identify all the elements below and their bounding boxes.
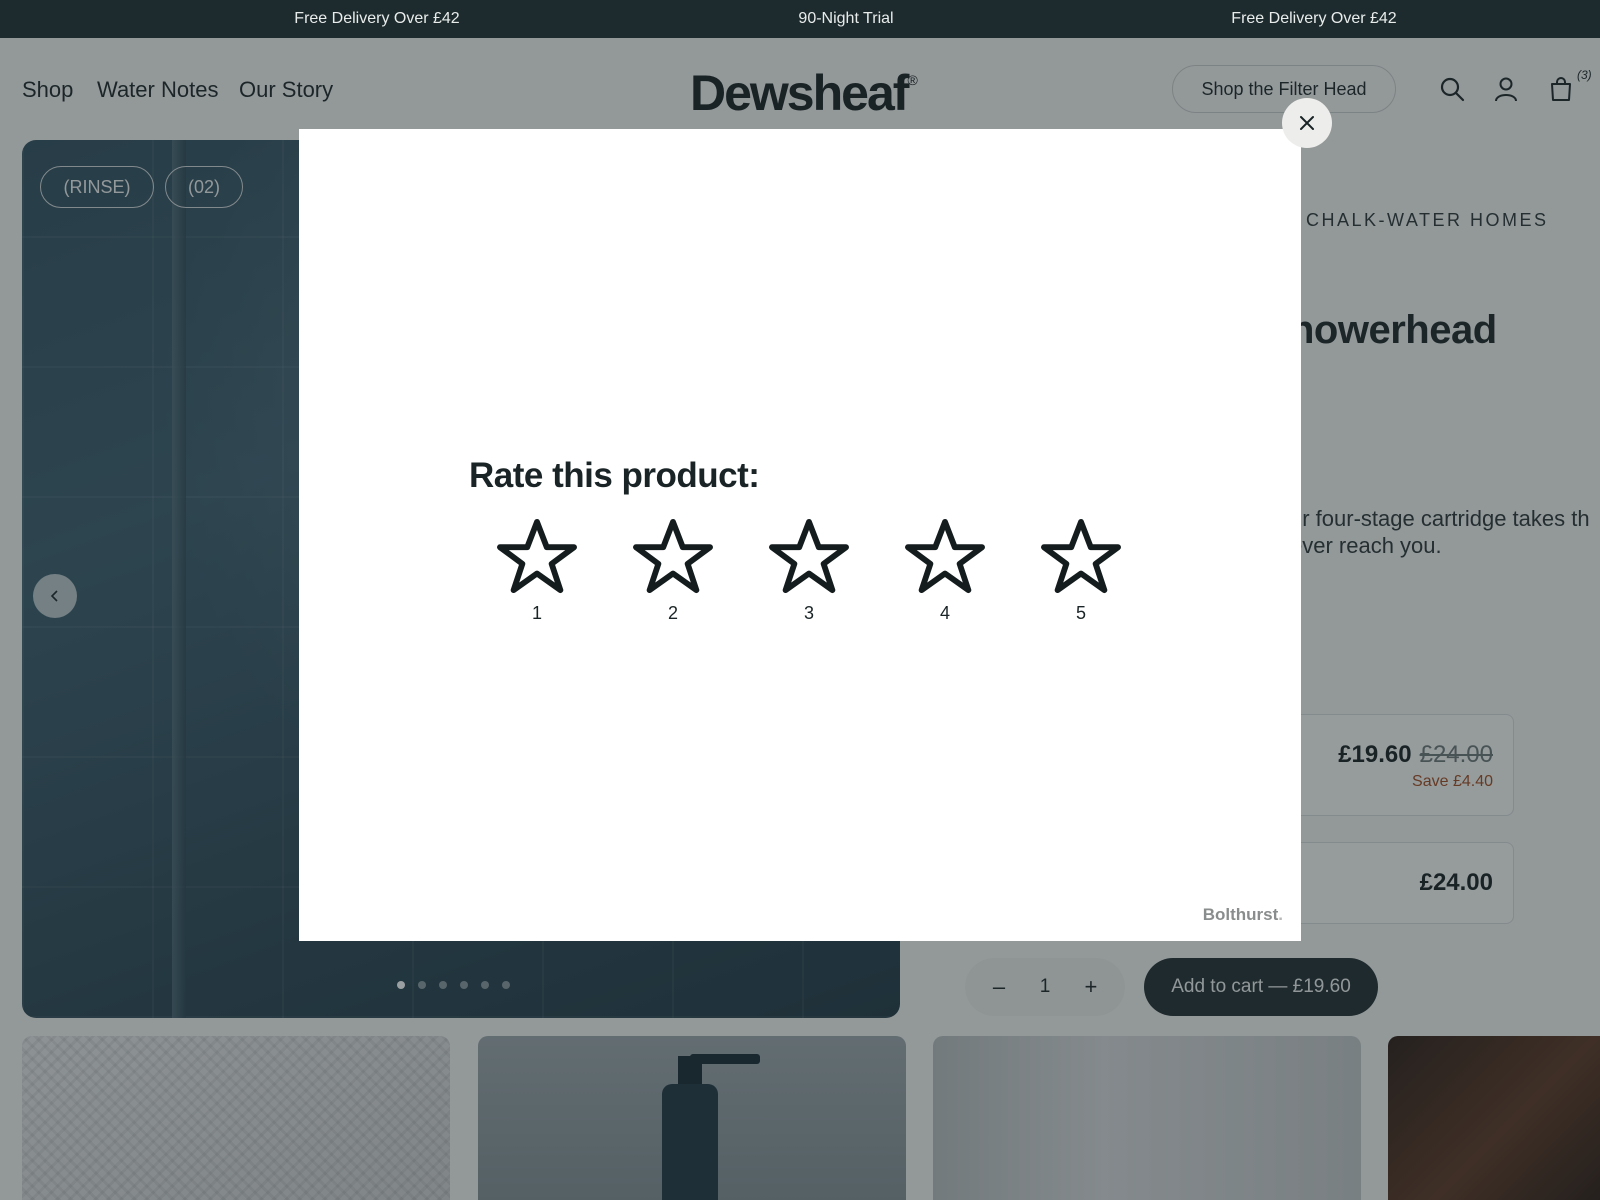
star-icon <box>769 518 849 594</box>
star-rating-2[interactable]: 2 <box>605 517 741 624</box>
announcement-left: Free Delivery Over £42 <box>294 10 460 27</box>
star-rating-4[interactable]: 4 <box>877 517 1013 624</box>
powered-by-logo: Bolthurst. <box>1203 905 1283 925</box>
star-label: 4 <box>939 603 950 623</box>
star-icon <box>905 518 985 594</box>
star-label: 1 <box>531 603 542 623</box>
modal-close-button[interactable] <box>1282 98 1332 148</box>
powered-by-dot: . <box>1278 905 1283 924</box>
star-label: 5 <box>1075 603 1086 623</box>
announcement-right: Free Delivery Over £42 <box>1231 10 1397 27</box>
star-rating-3[interactable]: 3 <box>741 517 877 624</box>
rating-title: Rate this product: <box>469 456 760 495</box>
star-rating-1[interactable]: 1 <box>469 517 605 624</box>
star-icon <box>633 518 713 594</box>
powered-by-name: Bolthurst <box>1202 905 1279 924</box>
star-icon <box>1041 518 1121 594</box>
announcement-center: 90-Night Trial <box>798 10 894 27</box>
rating-modal: Rate this product: 1 2 3 4 5 Bolthurst. <box>299 129 1301 941</box>
announcement-bar: Free Delivery Over £42 90-Night Trial Fr… <box>0 0 1600 38</box>
star-icon <box>497 518 577 594</box>
star-rating: 1 2 3 4 5 <box>469 517 1149 624</box>
star-label: 3 <box>803 603 814 623</box>
close-icon <box>1300 116 1314 130</box>
star-label: 2 <box>667 603 678 623</box>
star-rating-5[interactable]: 5 <box>1013 517 1149 624</box>
